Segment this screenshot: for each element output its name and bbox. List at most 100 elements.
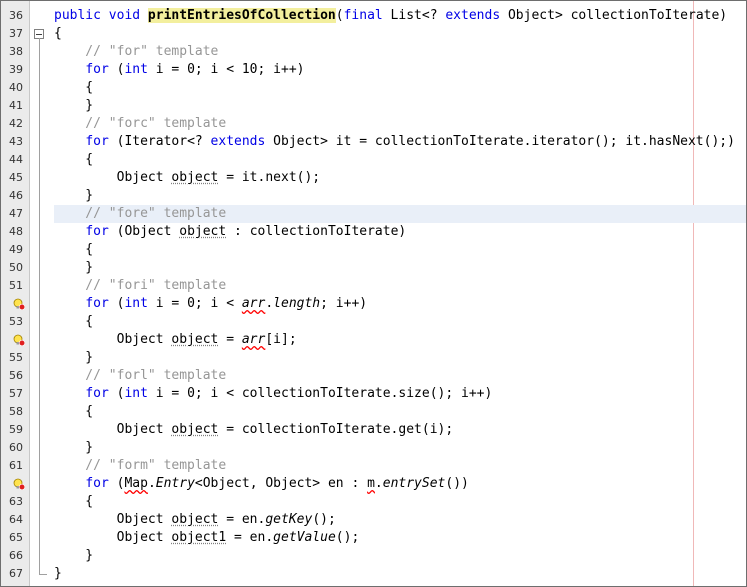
code-text[interactable]: } xyxy=(54,187,746,205)
line-number[interactable]: 47 xyxy=(1,205,23,223)
code-text[interactable]: { xyxy=(54,313,746,331)
line-number[interactable]: 63 xyxy=(1,493,23,511)
line-number[interactable]: 46 xyxy=(1,187,23,205)
line-number[interactable]: 36 xyxy=(1,7,23,25)
code-line[interactable]: 38 // "for" template xyxy=(1,43,746,61)
line-number[interactable]: 37 xyxy=(1,25,23,43)
code-line[interactable]: 39 for (int i = 0; i < 10; i++) xyxy=(1,61,746,79)
line-number[interactable]: 39 xyxy=(1,61,23,79)
code-line[interactable]: 51 // "fori" template xyxy=(1,277,746,295)
code-line[interactable]: 61 // "form" template xyxy=(1,457,746,475)
code-line[interactable]: 63 { xyxy=(1,493,746,511)
code-text[interactable]: { xyxy=(54,403,746,421)
line-number[interactable]: 40 xyxy=(1,79,23,97)
code-line[interactable]: Object object = arr[i]; xyxy=(1,331,746,349)
code-line[interactable]: for (Map.Entry<Object, Object> en : m.en… xyxy=(1,475,746,493)
fold-guide xyxy=(39,313,40,331)
line-number[interactable]: 66 xyxy=(1,547,23,565)
line-number[interactable]: 57 xyxy=(1,385,23,403)
code-text[interactable]: for (Map.Entry<Object, Object> en : m.en… xyxy=(54,475,746,493)
code-text[interactable]: // "fore" template xyxy=(54,205,746,223)
code-line[interactable]: 59 Object object = collectionToIterate.g… xyxy=(1,421,746,439)
line-number[interactable]: 38 xyxy=(1,43,23,61)
code-text[interactable]: for (Iterator<? extends Object> it = col… xyxy=(54,133,746,151)
code-line[interactable]: 50 } xyxy=(1,259,746,277)
code-line[interactable]: 55 } xyxy=(1,349,746,367)
code-text[interactable]: Object object = collectionToIterate.get(… xyxy=(54,421,746,439)
line-number[interactable]: 64 xyxy=(1,511,23,529)
code-line[interactable]: 58 { xyxy=(1,403,746,421)
lightbulb-error-icon[interactable] xyxy=(13,478,25,490)
line-number[interactable]: 49 xyxy=(1,241,23,259)
code-line[interactable]: 45 Object object = it.next(); xyxy=(1,169,746,187)
code-text[interactable]: { xyxy=(54,241,746,259)
line-number[interactable]: 53 xyxy=(1,313,23,331)
code-text[interactable]: } xyxy=(54,547,746,565)
lightbulb-error-icon[interactable] xyxy=(13,334,25,346)
code-line[interactable]: 36 public void printEntriesOfCollection(f… xyxy=(1,7,746,25)
code-text[interactable]: // "for" template xyxy=(54,43,746,61)
line-number[interactable]: 67 xyxy=(1,565,23,583)
code-line[interactable]: for (int i = 0; i < arr.length; i++) xyxy=(1,295,746,313)
code-text[interactable]: } xyxy=(54,349,746,367)
line-number[interactable]: 59 xyxy=(1,421,23,439)
line-number[interactable]: 48 xyxy=(1,223,23,241)
line-number[interactable]: 45 xyxy=(1,169,23,187)
code-line[interactable]: 43 for (Iterator<? extends Object> it = … xyxy=(1,133,746,151)
code-text[interactable]: // "forc" template xyxy=(54,115,746,133)
code-text[interactable]: Object object1 = en.getValue(); xyxy=(54,529,746,547)
code-text[interactable]: { xyxy=(54,151,746,169)
line-number[interactable]: 55 xyxy=(1,349,23,367)
code-line[interactable]: 41 } xyxy=(1,97,746,115)
line-number[interactable]: 41 xyxy=(1,97,23,115)
code-text[interactable]: { xyxy=(54,493,746,511)
line-number[interactable]: 44 xyxy=(1,151,23,169)
code-text[interactable]: Object object = arr[i]; xyxy=(54,331,746,349)
line-number[interactable]: 51 xyxy=(1,277,23,295)
code-line[interactable]: 44 { xyxy=(1,151,746,169)
code-line[interactable]: 66 } xyxy=(1,547,746,565)
code-text[interactable]: Object object = en.getKey(); xyxy=(54,511,746,529)
code-line[interactable]: 46 } xyxy=(1,187,746,205)
keyword-token: for xyxy=(85,134,109,149)
code-line[interactable]: 42 // "forc" template xyxy=(1,115,746,133)
code-line[interactable]: 56 // "forl" template xyxy=(1,367,746,385)
code-text[interactable]: { xyxy=(54,25,746,43)
code-lines[interactable]: 36 public void printEntriesOfCollection(f… xyxy=(1,7,746,583)
code-text[interactable]: } xyxy=(54,97,746,115)
code-text[interactable]: } xyxy=(54,565,746,583)
line-number[interactable]: 43 xyxy=(1,133,23,151)
code-text[interactable]: } xyxy=(54,259,746,277)
code-text[interactable]: // "forl" template xyxy=(54,367,746,385)
code-text[interactable]: } xyxy=(54,439,746,457)
code-text[interactable]: // "fori" template xyxy=(54,277,746,295)
code-line[interactable]: 47 // "fore" template xyxy=(1,205,746,223)
code-line[interactable]: 49 { xyxy=(1,241,746,259)
code-line[interactable]: 40 { xyxy=(1,79,746,97)
line-number[interactable]: 56 xyxy=(1,367,23,385)
code-line[interactable]: 37 { xyxy=(1,25,746,43)
line-number[interactable]: 60 xyxy=(1,439,23,457)
code-text[interactable]: public void printEntriesOfCollection(fin… xyxy=(54,7,746,25)
line-number[interactable]: 58 xyxy=(1,403,23,421)
code-editor[interactable]: 36 public void printEntriesOfCollection(f… xyxy=(0,0,747,587)
code-text[interactable]: for (int i = 0; i < 10; i++) xyxy=(54,61,746,79)
line-number[interactable]: 42 xyxy=(1,115,23,133)
code-line[interactable]: 64 Object object = en.getKey(); xyxy=(1,511,746,529)
line-number[interactable]: 50 xyxy=(1,259,23,277)
code-text[interactable]: for (int i = 0; i < collectionToIterate.… xyxy=(54,385,746,403)
code-text[interactable]: for (Object object : collectionToIterate… xyxy=(54,223,746,241)
code-line[interactable]: 65 Object object1 = en.getValue(); xyxy=(1,529,746,547)
code-line[interactable]: 48 for (Object object : collectionToIter… xyxy=(1,223,746,241)
line-number[interactable]: 65 xyxy=(1,529,23,547)
code-line[interactable]: 67} xyxy=(1,565,746,583)
lightbulb-error-icon[interactable] xyxy=(13,298,25,310)
code-line[interactable]: 60 } xyxy=(1,439,746,457)
code-text[interactable]: Object object = it.next(); xyxy=(54,169,746,187)
code-line[interactable]: 53 { xyxy=(1,313,746,331)
code-text[interactable]: for (int i = 0; i < arr.length; i++) xyxy=(54,295,746,313)
code-text[interactable]: { xyxy=(54,79,746,97)
code-line[interactable]: 57 for (int i = 0; i < collectionToItera… xyxy=(1,385,746,403)
code-text[interactable]: // "form" template xyxy=(54,457,746,475)
line-number[interactable]: 61 xyxy=(1,457,23,475)
